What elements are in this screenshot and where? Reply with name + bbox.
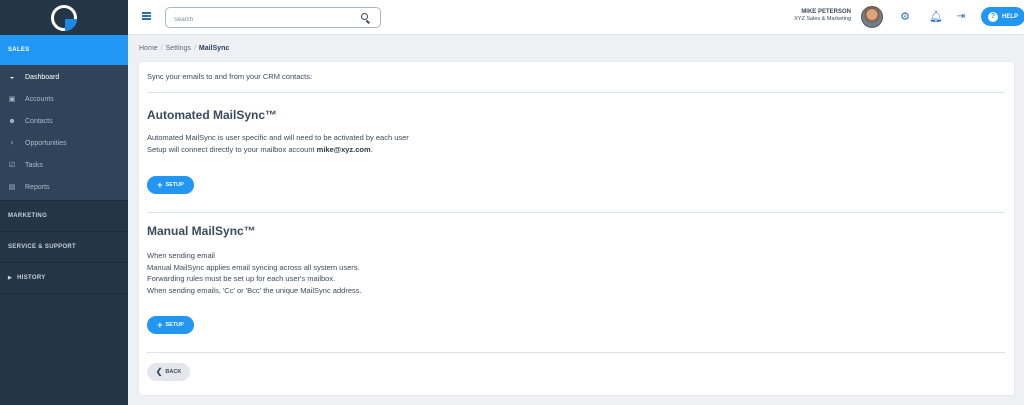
intro-text: Sync your emails to and from your CRM co…	[147, 72, 313, 81]
sidebar-item-label: Reports	[25, 183, 50, 191]
caret-right-icon: ▶	[8, 275, 13, 281]
user-company: XYZ Sales & Marketing	[794, 16, 851, 22]
opportunities-icon: ♀	[9, 139, 15, 147]
tasks-icon: ☑	[8, 162, 16, 169]
manual-line-2: Manual MailSync applies email syncing ac…	[147, 262, 360, 272]
breadcrumb-separator: /	[160, 45, 163, 52]
breadcrumb-separator: /	[193, 45, 196, 52]
history-block: ▶ HISTORY	[0, 263, 128, 294]
breadcrumb-current: MailSync	[198, 45, 230, 52]
help-button[interactable]: ? HELP	[981, 7, 1024, 26]
sidebar-item-label: Dashboard	[25, 73, 60, 81]
sidebar-section-history[interactable]: ▶ HISTORY	[0, 263, 128, 293]
avatar[interactable]	[861, 6, 883, 28]
automated-line-1: Automated MailSync is user specific and …	[147, 133, 409, 142]
user-name: MIKE PETERSON	[801, 9, 851, 15]
history-label: HISTORY	[17, 275, 46, 281]
service-block: SERVICE & SUPPORT	[0, 232, 128, 263]
automated-line-2-end: .	[370, 144, 373, 154]
sidebar-item-label: Tasks	[25, 161, 43, 169]
contacts-icon: ☻	[8, 117, 16, 125]
sidebar-item-label: Accounts	[25, 95, 54, 103]
back-label: BACK	[165, 369, 182, 375]
search-icon[interactable]	[361, 13, 368, 20]
sidebar-item-tasks[interactable]: ☑ Tasks	[0, 154, 128, 176]
topbar: MIKE PETERSON XYZ Sales & Marketing ⚙ 🔔︎…	[128, 0, 1024, 35]
logo-icon	[51, 4, 77, 31]
sidebar-item-label: Opportunities	[25, 139, 67, 147]
breadcrumb: Home / Settings / MailSync	[139, 45, 229, 52]
manual-mailsync-title: Manual MailSync™	[147, 224, 256, 238]
question-icon: ?	[987, 11, 998, 22]
manual-line-1: When sending email	[147, 251, 215, 260]
gears-icon[interactable]: ⚙	[899, 11, 911, 23]
breadcrumb-home[interactable]: Home	[139, 45, 158, 52]
sidebar-item-contacts[interactable]: ☻ Contacts	[0, 110, 128, 132]
mailbox-email: mike@xyz.com	[316, 144, 371, 154]
reports-icon: ▤	[8, 184, 16, 191]
manual-description: When sending email Manual MailSync appli…	[147, 250, 362, 296]
sidebar-item-dashboard[interactable]: ◒ Dashboard	[0, 66, 128, 88]
divider	[147, 352, 1005, 353]
marketing-block: MARKETING	[0, 201, 128, 232]
hamburger-menu-icon[interactable]	[142, 12, 151, 20]
divider	[147, 92, 1005, 93]
sidebar-item-accounts[interactable]: ▣ Accounts	[0, 88, 128, 110]
accounts-icon: ▣	[8, 96, 16, 103]
sidebar-section-sales[interactable]: SALES	[0, 35, 128, 65]
search-input[interactable]	[166, 10, 346, 30]
automated-line-2: Setup will connect directly to your mail…	[147, 144, 409, 156]
setup-label: SETUP	[165, 322, 184, 328]
automated-description: Automated MailSync is user specific and …	[147, 132, 409, 155]
sidebar-item-label: Contacts	[25, 117, 53, 125]
logout-icon[interactable]: ⇥	[955, 11, 967, 23]
bell-icon[interactable]: 🔔︎	[929, 11, 943, 23]
sidebar-item-reports[interactable]: ▤ Reports	[0, 176, 128, 198]
manual-line-3: Forwarding rules must be set up for each…	[147, 274, 336, 283]
automated-line-2-text: Setup will connect directly to your mail…	[147, 144, 317, 154]
plus-icon: +	[157, 179, 163, 190]
setup-label: SETUP	[165, 182, 184, 188]
chevron-left-icon: ❮	[155, 367, 163, 376]
help-label: HELP	[1001, 13, 1018, 20]
manual-line-4: When sending emails, 'Cc' or 'Bcc' the u…	[147, 285, 362, 295]
mailsync-card: Sync your emails to and from your CRM co…	[139, 62, 1014, 395]
back-button[interactable]: ❮ BACK	[147, 363, 190, 381]
divider	[147, 212, 1005, 213]
sales-menu: ◒ Dashboard ▣ Accounts ☻ Contacts ♀ Oppo…	[0, 65, 128, 201]
manual-setup-button[interactable]: + SETUP	[147, 316, 194, 334]
breadcrumb-settings[interactable]: Settings	[166, 45, 191, 52]
dashboard-icon: ◒	[9, 73, 15, 81]
user-info[interactable]: MIKE PETERSON XYZ Sales & Marketing	[788, 9, 851, 22]
search-box	[165, 7, 381, 30]
automated-mailsync-title: Automated MailSync™	[147, 108, 278, 122]
sidebar-section-marketing[interactable]: MARKETING	[0, 201, 128, 231]
automated-setup-button[interactable]: + SETUP	[147, 176, 194, 194]
sidebar-item-opportunities[interactable]: ♀ Opportunities	[0, 132, 128, 154]
sidebar-section-service[interactable]: SERVICE & SUPPORT	[0, 232, 128, 262]
app-logo[interactable]	[0, 0, 128, 35]
sidebar: SALES ◒ Dashboard ▣ Accounts ☻ Contacts …	[0, 0, 128, 405]
plus-icon: +	[157, 319, 163, 330]
